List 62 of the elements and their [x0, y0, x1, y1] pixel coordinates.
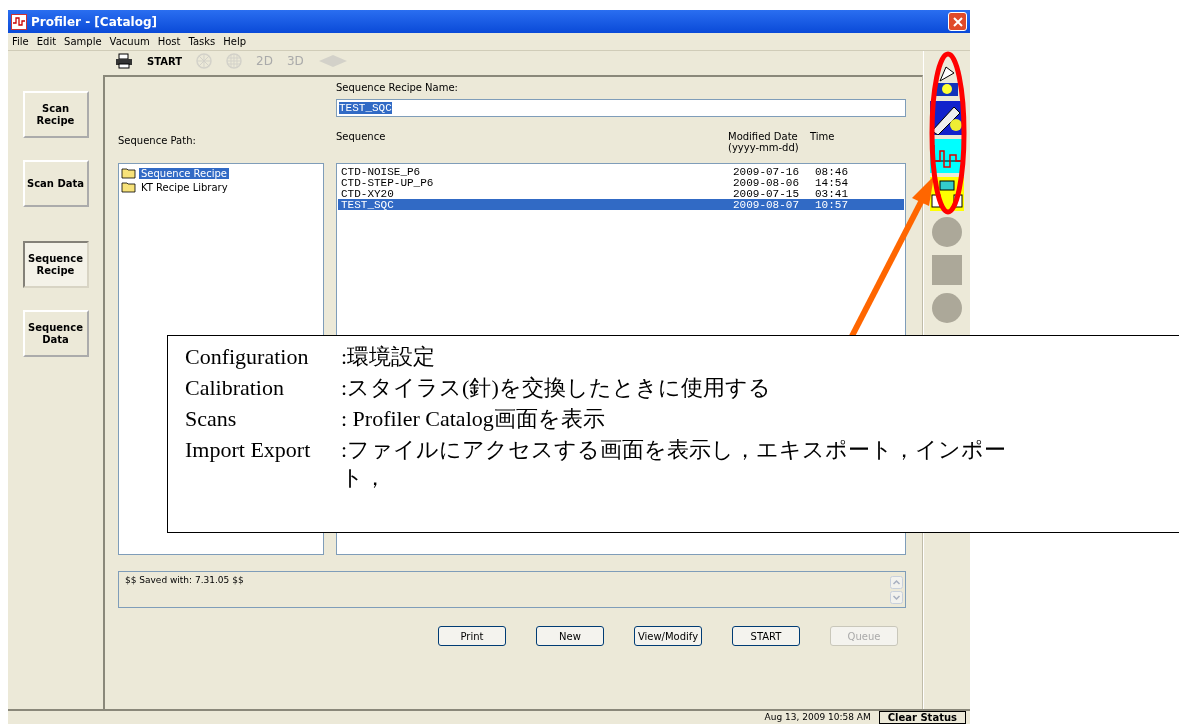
close-icon	[951, 15, 964, 28]
callout-term: Import Export	[185, 436, 312, 464]
close-button[interactable]	[948, 12, 967, 31]
time-cell-text: 14:54	[815, 176, 849, 189]
date-cell-text: 2009-07-15	[733, 187, 800, 200]
sequence-row[interactable]: CTD-XY20 2009-07-15 03:41	[338, 188, 904, 199]
scroll-down-icon[interactable]	[890, 591, 903, 604]
sequence-row[interactable]: TEST_SQC 2009-08-07 10:57	[338, 199, 904, 210]
action-button[interactable]: Print	[438, 626, 506, 646]
action-button[interactable]: View/Modify	[634, 626, 702, 646]
callout-term: Configuration	[185, 343, 310, 371]
nav-button[interactable]: Sequence Data	[22, 310, 89, 357]
recipe-name-field[interactable]: TEST_SQC	[336, 99, 906, 117]
column-header: Sequence	[336, 131, 387, 142]
date-cell-text: 2009-08-06	[733, 176, 800, 189]
time-cell-text: 10:57	[815, 198, 849, 211]
column-header: Time	[810, 131, 836, 142]
sequence-name: CTD-STEP-UP_P6	[341, 176, 435, 189]
tree-item[interactable]: KT Recipe Library	[121, 180, 321, 194]
sequence-name: TEST_SQC	[341, 198, 395, 211]
sequence-row[interactable]: CTD-STEP-UP_P6 2009-08-06 14:54	[338, 177, 904, 188]
scrollbar[interactable]	[890, 575, 905, 607]
callout-description: : Profiler Catalog画面を表示	[341, 405, 605, 433]
callout-description: :ファイルにアクセスする画面を表示し，エキスポート，インポート，	[341, 436, 1008, 492]
menu-item[interactable]: Vacuum	[109, 36, 150, 47]
date-cell-text: 2009-08-07	[733, 198, 800, 211]
callout-description: :スタイラス(針)を交換したときに使用する	[341, 374, 771, 402]
callout-description: :環境設定	[341, 343, 436, 371]
date-cell-text: 2009-07-16	[733, 165, 800, 178]
menu-item[interactable]: File	[12, 36, 29, 47]
folder-icon	[121, 167, 137, 179]
column-header: Sequence Path:	[118, 135, 196, 146]
menu-item[interactable]: Help	[223, 36, 247, 47]
nav-button[interactable]: Scan Data	[22, 160, 89, 207]
tree-item[interactable]: Sequence Recipe	[121, 166, 321, 180]
toolbar-button[interactable]: START	[147, 55, 183, 67]
nav-button[interactable]: Sequence Recipe	[22, 241, 89, 288]
scroll-up-icon[interactable]	[890, 576, 903, 589]
sequence-name: CTD-NOISE_P6	[341, 165, 422, 178]
clear-status-button[interactable]: Clear Status	[878, 711, 966, 724]
printer-icon[interactable]	[115, 53, 133, 69]
sequence-name: CTD-XY20	[341, 187, 395, 200]
sequence-row[interactable]: CTD-NOISE_P6 2009-07-16 08:46	[338, 166, 904, 177]
callout-term: Scans	[185, 405, 238, 433]
callout-term: Calibration	[185, 374, 285, 402]
field-label: Sequence Recipe Name:	[336, 82, 459, 93]
menu-item[interactable]: Edit	[36, 36, 57, 47]
nav-button[interactable]: Scan Recipe	[22, 91, 89, 138]
status-datetime: Aug 13, 2009 10:58 AM	[764, 712, 871, 723]
column-header: Modified Date	[728, 131, 799, 142]
app-icon	[11, 13, 27, 30]
time-cell-text: 08:46	[815, 165, 849, 178]
folder-icon	[121, 181, 137, 193]
menu-item[interactable]: Host	[157, 36, 181, 47]
output-text: $$ Saved with: 7.31.05 $$	[125, 575, 244, 587]
action-button[interactable]: New	[536, 626, 604, 646]
menu-item[interactable]: Sample	[64, 36, 102, 47]
action-button[interactable]: START	[732, 626, 800, 646]
window-title: Profiler - [Catalog]	[31, 14, 158, 29]
menu-item[interactable]: Tasks	[188, 36, 216, 47]
column-header-hint: (yyyy-mm-dd)	[728, 142, 800, 153]
time-cell-text: 03:41	[815, 187, 849, 200]
